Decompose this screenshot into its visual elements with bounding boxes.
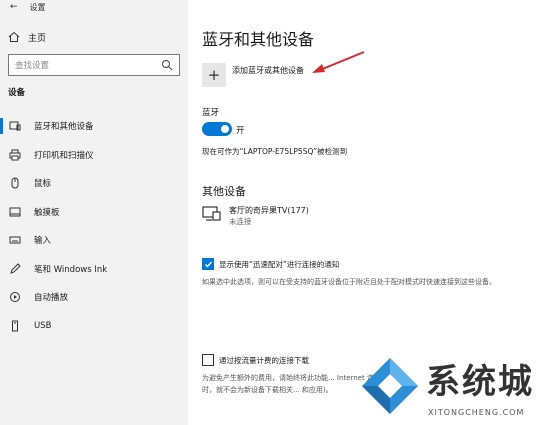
bluetooth-toggle[interactable]: [202, 122, 232, 136]
sidebar-item-usb[interactable]: USB: [0, 313, 188, 339]
mouse-icon: [8, 176, 22, 190]
toggle-state-label: 开: [236, 126, 245, 136]
home-icon: [8, 31, 20, 42]
sidebar-item-label: 输入: [34, 236, 52, 246]
keyboard-icon: [8, 233, 22, 247]
other-devices-title: 其他设备: [202, 185, 246, 198]
title-bar: ← 设置: [10, 0, 46, 14]
device-name[interactable]: 客厅的奇异果TV(177): [229, 205, 309, 216]
add-device-button[interactable]: +: [202, 63, 226, 87]
watermark-url: XITONGCHENG.COM: [428, 408, 525, 417]
red-arrow-annotation: [312, 51, 365, 73]
usb-icon: [8, 319, 22, 333]
sidebar-item-pen[interactable]: 笔和 Windows Ink: [0, 256, 188, 282]
metered-download-checkbox[interactable]: [202, 354, 214, 366]
swift-pair-label[interactable]: 显示使用“迅速配对”进行连接的通知: [219, 259, 339, 270]
plus-icon: +: [207, 66, 221, 84]
page-title: 蓝牙和其他设备: [202, 30, 315, 49]
watermark-logo-icon: [362, 358, 418, 414]
autoplay-icon: [8, 290, 22, 304]
sidebar-item-typing[interactable]: 输入: [0, 227, 188, 253]
sidebar-item-label: 打印机和扫描仪: [34, 151, 94, 161]
watermark: 系统城 XITONGCHENG.COM: [360, 350, 550, 425]
window-title: 设置: [29, 2, 46, 12]
checkmark-icon: [204, 261, 212, 268]
home-label: 主页: [28, 33, 47, 44]
bluetooth-icon: [8, 119, 22, 133]
device-status: 未连接: [229, 217, 252, 226]
sidebar-item-label: 鼠标: [34, 179, 52, 189]
section-label: 设备: [8, 88, 26, 98]
sidebar-item-bluetooth[interactable]: 蓝牙和其他设备: [0, 113, 188, 139]
sidebar-item-touchpad[interactable]: 触摸板: [0, 199, 188, 225]
pen-icon: [8, 262, 22, 276]
touchpad-icon: [8, 205, 22, 219]
sidebar-item-mouse[interactable]: 鼠标: [0, 170, 188, 196]
sidebar-item-label: 笔和 Windows Ink: [34, 265, 108, 275]
add-device-label[interactable]: 添加蓝牙或其他设备: [232, 65, 304, 76]
home-link[interactable]: 主页: [8, 28, 46, 46]
printer-icon: [8, 148, 22, 162]
swift-pair-description: 如果选中此选项，则可以在受支持的蓝牙设备位于附近且处于配对模式时快速连接到这些设…: [202, 278, 496, 286]
discoverable-text: 现在可作为“LAPTOP-E75LP5SQ”被检测到: [202, 147, 348, 156]
tv-icon: [202, 206, 221, 221]
search-icon: [162, 60, 173, 71]
bluetooth-label: 蓝牙: [202, 108, 220, 118]
sidebar-item-label: 蓝牙和其他设备: [34, 122, 94, 132]
search-placeholder: 查找设置: [15, 61, 50, 71]
sidebar-item-label: 触摸板: [34, 208, 60, 218]
back-arrow-icon[interactable]: ←: [10, 2, 18, 12]
sidebar-item-label: USB: [34, 321, 52, 331]
sidebar-item-printers[interactable]: 打印机和扫描仪: [0, 142, 188, 168]
metered-download-label[interactable]: 通过按流量计费的连接下载: [219, 355, 309, 366]
sidebar-item-autoplay[interactable]: 自动播放: [0, 284, 188, 310]
watermark-text: 系统城: [426, 362, 534, 402]
search-input[interactable]: 查找设置: [8, 54, 180, 76]
sidebar-item-label: 自动播放: [34, 293, 69, 303]
swift-pair-checkbox[interactable]: [202, 258, 214, 270]
sidebar: ← 设置 主页 查找设置 设备 蓝牙和其他设备 打印机和扫描仪 鼠标 触摸板 输…: [0, 0, 188, 425]
